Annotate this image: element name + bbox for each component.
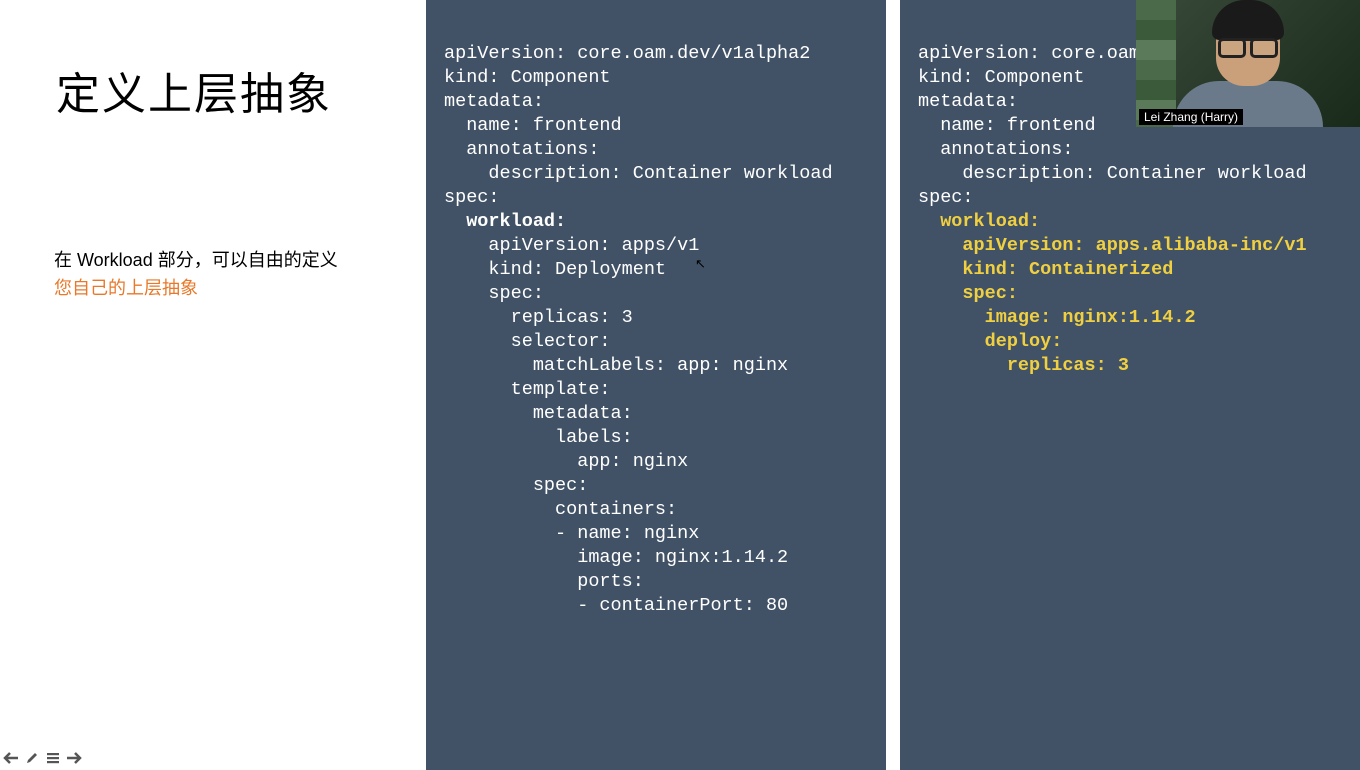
code-line: spec: bbox=[918, 283, 1018, 304]
left-panel: 定义上层抽象 在 Workload 部分，可以自由的定义 您自己的上层抽象 bbox=[0, 0, 426, 770]
next-slide-icon[interactable] bbox=[65, 749, 83, 767]
code-line: labels: bbox=[444, 427, 633, 448]
code-line: apiVersion: core.oam.dev/v1alpha2 bbox=[444, 43, 810, 64]
code-line: - containerPort: 80 bbox=[444, 595, 788, 616]
code-line: containers: bbox=[444, 499, 677, 520]
subtitle-line1: 在 Workload 部分，可以自由的定义 bbox=[54, 250, 338, 270]
code-line: metadata: bbox=[444, 403, 633, 424]
webcam-overlay: Lei Zhang (Harry) bbox=[1136, 0, 1360, 127]
code-line: replicas: 3 bbox=[444, 307, 633, 328]
slide-subtitle: 在 Workload 部分，可以自由的定义 您自己的上层抽象 bbox=[0, 122, 426, 303]
code-line: spec: bbox=[444, 475, 588, 496]
code-line: spec: bbox=[444, 187, 500, 208]
code-line: template: bbox=[444, 379, 611, 400]
code-line-workload: workload: bbox=[444, 211, 566, 232]
code-line: metadata: bbox=[918, 91, 1018, 112]
menu-icon[interactable] bbox=[44, 749, 62, 767]
slide-controls bbox=[2, 749, 83, 767]
code-line: annotations: bbox=[444, 139, 599, 160]
webcam-person bbox=[1183, 0, 1313, 127]
code-line: image: nginx:1.14.2 bbox=[444, 547, 788, 568]
code-line: kind: Deployment bbox=[444, 259, 666, 280]
code-line: deploy: bbox=[918, 331, 1062, 352]
webcam-name-label: Lei Zhang (Harry) bbox=[1139, 109, 1243, 125]
code-line: ports: bbox=[444, 571, 644, 592]
edit-icon[interactable] bbox=[23, 749, 41, 767]
code-line-workload: workload: bbox=[918, 211, 1040, 232]
code-line: image: nginx:1.14.2 bbox=[918, 307, 1196, 328]
code-line: description: Container workload bbox=[918, 163, 1307, 184]
code-line: matchLabels: app: nginx bbox=[444, 355, 788, 376]
code-line: name: frontend bbox=[444, 115, 622, 136]
code-line: spec: bbox=[444, 283, 544, 304]
code-line: name: frontend bbox=[918, 115, 1096, 136]
subtitle-highlight: 您自己的上层抽象 bbox=[54, 278, 198, 298]
code-panel-left: apiVersion: core.oam.dev/v1alpha2 kind: … bbox=[426, 0, 886, 770]
prev-slide-icon[interactable] bbox=[2, 749, 20, 767]
code-line: metadata: bbox=[444, 91, 544, 112]
code-line: kind: Component bbox=[918, 67, 1085, 88]
code-line: description: Container workload bbox=[444, 163, 833, 184]
code-line: - name: nginx bbox=[444, 523, 699, 544]
code-line: apiVersion: apps.alibaba-inc/v1 bbox=[918, 235, 1307, 256]
code-line: kind: Containerized bbox=[918, 259, 1173, 280]
webcam-background-books bbox=[1136, 0, 1176, 127]
code-line: app: nginx bbox=[444, 451, 688, 472]
code-line: replicas: 3 bbox=[918, 355, 1129, 376]
code-line: annotations: bbox=[918, 139, 1073, 160]
code-line: apiVersion: apps/v1 bbox=[444, 235, 699, 256]
code-line: spec: bbox=[918, 187, 974, 208]
slide-title: 定义上层抽象 bbox=[0, 0, 426, 122]
code-line: kind: Component bbox=[444, 67, 611, 88]
code-line: selector: bbox=[444, 331, 611, 352]
